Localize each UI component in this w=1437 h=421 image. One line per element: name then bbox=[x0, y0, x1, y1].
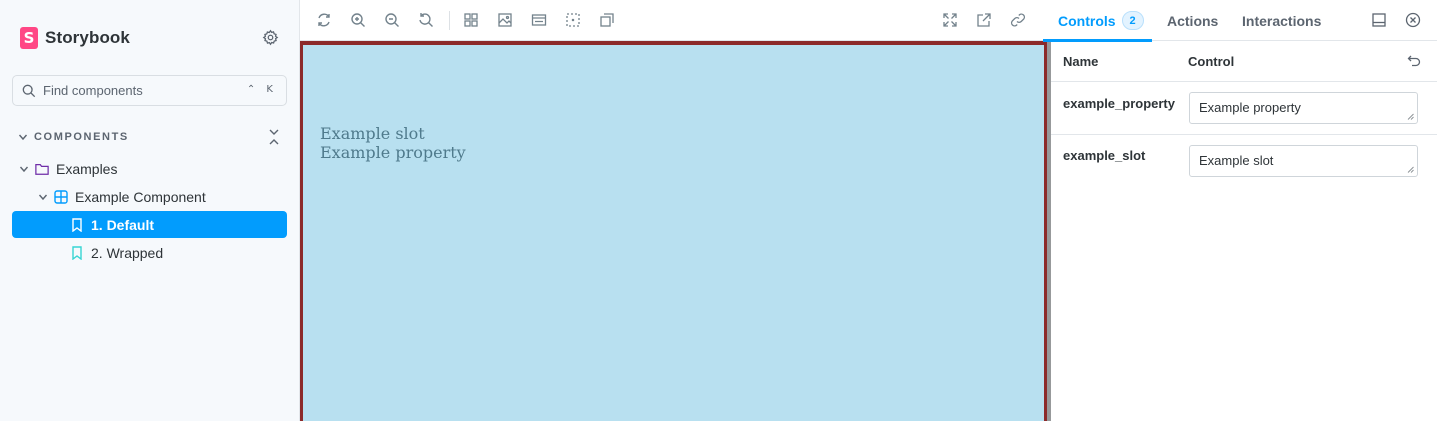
reset-controls-icon[interactable] bbox=[1407, 54, 1421, 68]
search-box[interactable]: ⌃ K bbox=[12, 75, 287, 106]
brand[interactable]: S Storybook bbox=[20, 26, 130, 50]
tree-item-story-default[interactable]: 1. Default bbox=[12, 211, 287, 238]
addon-panel: Controls 2 Actions Interactions Name Con… bbox=[1043, 0, 1437, 421]
toolbar-divider bbox=[449, 11, 450, 30]
tree-item-label: Example Component bbox=[75, 188, 206, 205]
column-header-name: Name bbox=[1063, 53, 1099, 69]
story-preview-canvas[interactable]: Example slot Example property bbox=[300, 41, 1047, 421]
preview-property-text: Example property bbox=[320, 143, 466, 162]
example-property-input[interactable]: Example property bbox=[1189, 92, 1418, 124]
control-row: example_slot Example slot bbox=[1051, 135, 1437, 188]
chevron-down-icon bbox=[19, 166, 29, 172]
tab-label: Actions bbox=[1167, 12, 1219, 29]
tab-actions[interactable]: Actions bbox=[1167, 0, 1218, 41]
control-name: example_property bbox=[1063, 96, 1175, 111]
bookmark-icon bbox=[72, 245, 82, 260]
zoom-out-icon[interactable] bbox=[384, 12, 400, 28]
section-header-components[interactable]: COMPONENTS bbox=[18, 128, 288, 146]
tab-controls[interactable]: Controls 2 bbox=[1043, 0, 1152, 42]
input-value: Example slot bbox=[1199, 153, 1274, 168]
reload-icon[interactable] bbox=[316, 12, 332, 28]
tree-item-label: 1. Default bbox=[91, 216, 155, 233]
controls-table-header: Name Control bbox=[1051, 41, 1437, 82]
background-icon[interactable] bbox=[497, 12, 513, 28]
storybook-logo-icon: S bbox=[20, 27, 38, 49]
settings-gear-icon[interactable] bbox=[262, 29, 279, 46]
tab-label: Controls bbox=[1058, 12, 1116, 29]
outline-icon[interactable] bbox=[565, 12, 581, 28]
resize-grip-icon[interactable] bbox=[1407, 166, 1414, 173]
brand-name: Storybook bbox=[45, 28, 130, 47]
section-title: COMPONENTS bbox=[34, 131, 129, 143]
collapse-all-icon[interactable] bbox=[268, 128, 280, 146]
tree-item-label: Examples bbox=[56, 160, 118, 177]
preview-toolbar bbox=[300, 0, 1043, 41]
input-value: Example property bbox=[1199, 100, 1301, 115]
chevron-down-icon bbox=[38, 194, 48, 200]
tab-label: Interactions bbox=[1242, 12, 1322, 29]
controls-count-badge: 2 bbox=[1121, 11, 1144, 30]
grid-icon[interactable] bbox=[463, 12, 479, 28]
sidebar: S Storybook ⌃ K COMPONENTS Examples Exam… bbox=[0, 0, 300, 421]
panel-orientation-icon[interactable] bbox=[1371, 12, 1387, 28]
chevron-down-icon bbox=[18, 134, 28, 141]
search-icon bbox=[22, 84, 36, 97]
column-header-control: Control bbox=[1188, 53, 1235, 69]
controls-table: Name Control example_property Example pr… bbox=[1051, 41, 1437, 421]
bookmark-icon bbox=[72, 217, 82, 232]
tree-item-label: 2. Wrapped bbox=[91, 244, 164, 261]
zoom-in-icon[interactable] bbox=[350, 12, 366, 28]
folder-icon bbox=[35, 163, 49, 175]
addon-tabs: Controls 2 Actions Interactions bbox=[1043, 0, 1437, 42]
zoom-reset-icon[interactable] bbox=[418, 12, 434, 28]
copy-link-icon[interactable] bbox=[1010, 12, 1026, 28]
search-input[interactable] bbox=[43, 83, 243, 98]
example-slot-input[interactable]: Example slot bbox=[1189, 145, 1418, 177]
viewport-icon[interactable] bbox=[531, 12, 547, 28]
component-icon bbox=[54, 189, 68, 204]
tab-interactions[interactable]: Interactions bbox=[1242, 0, 1321, 41]
resize-grip-icon[interactable] bbox=[1407, 113, 1414, 120]
control-name: example_slot bbox=[1063, 148, 1146, 163]
tree-item-story-wrapped[interactable]: 2. Wrapped bbox=[12, 239, 287, 266]
search-shortcut: ⌃ K bbox=[246, 84, 277, 95]
open-new-tab-icon[interactable] bbox=[976, 12, 992, 28]
tree-item-example-component[interactable]: Example Component bbox=[12, 183, 287, 210]
control-row: example_property Example property bbox=[1051, 82, 1437, 135]
tree-item-examples[interactable]: Examples bbox=[12, 155, 287, 182]
fullscreen-icon[interactable] bbox=[942, 12, 958, 28]
measure-icon[interactable] bbox=[599, 12, 615, 28]
close-panel-icon[interactable] bbox=[1405, 12, 1421, 28]
example-component-output: Example slot Example property bbox=[320, 124, 466, 162]
preview-slot-text: Example slot bbox=[320, 124, 425, 143]
